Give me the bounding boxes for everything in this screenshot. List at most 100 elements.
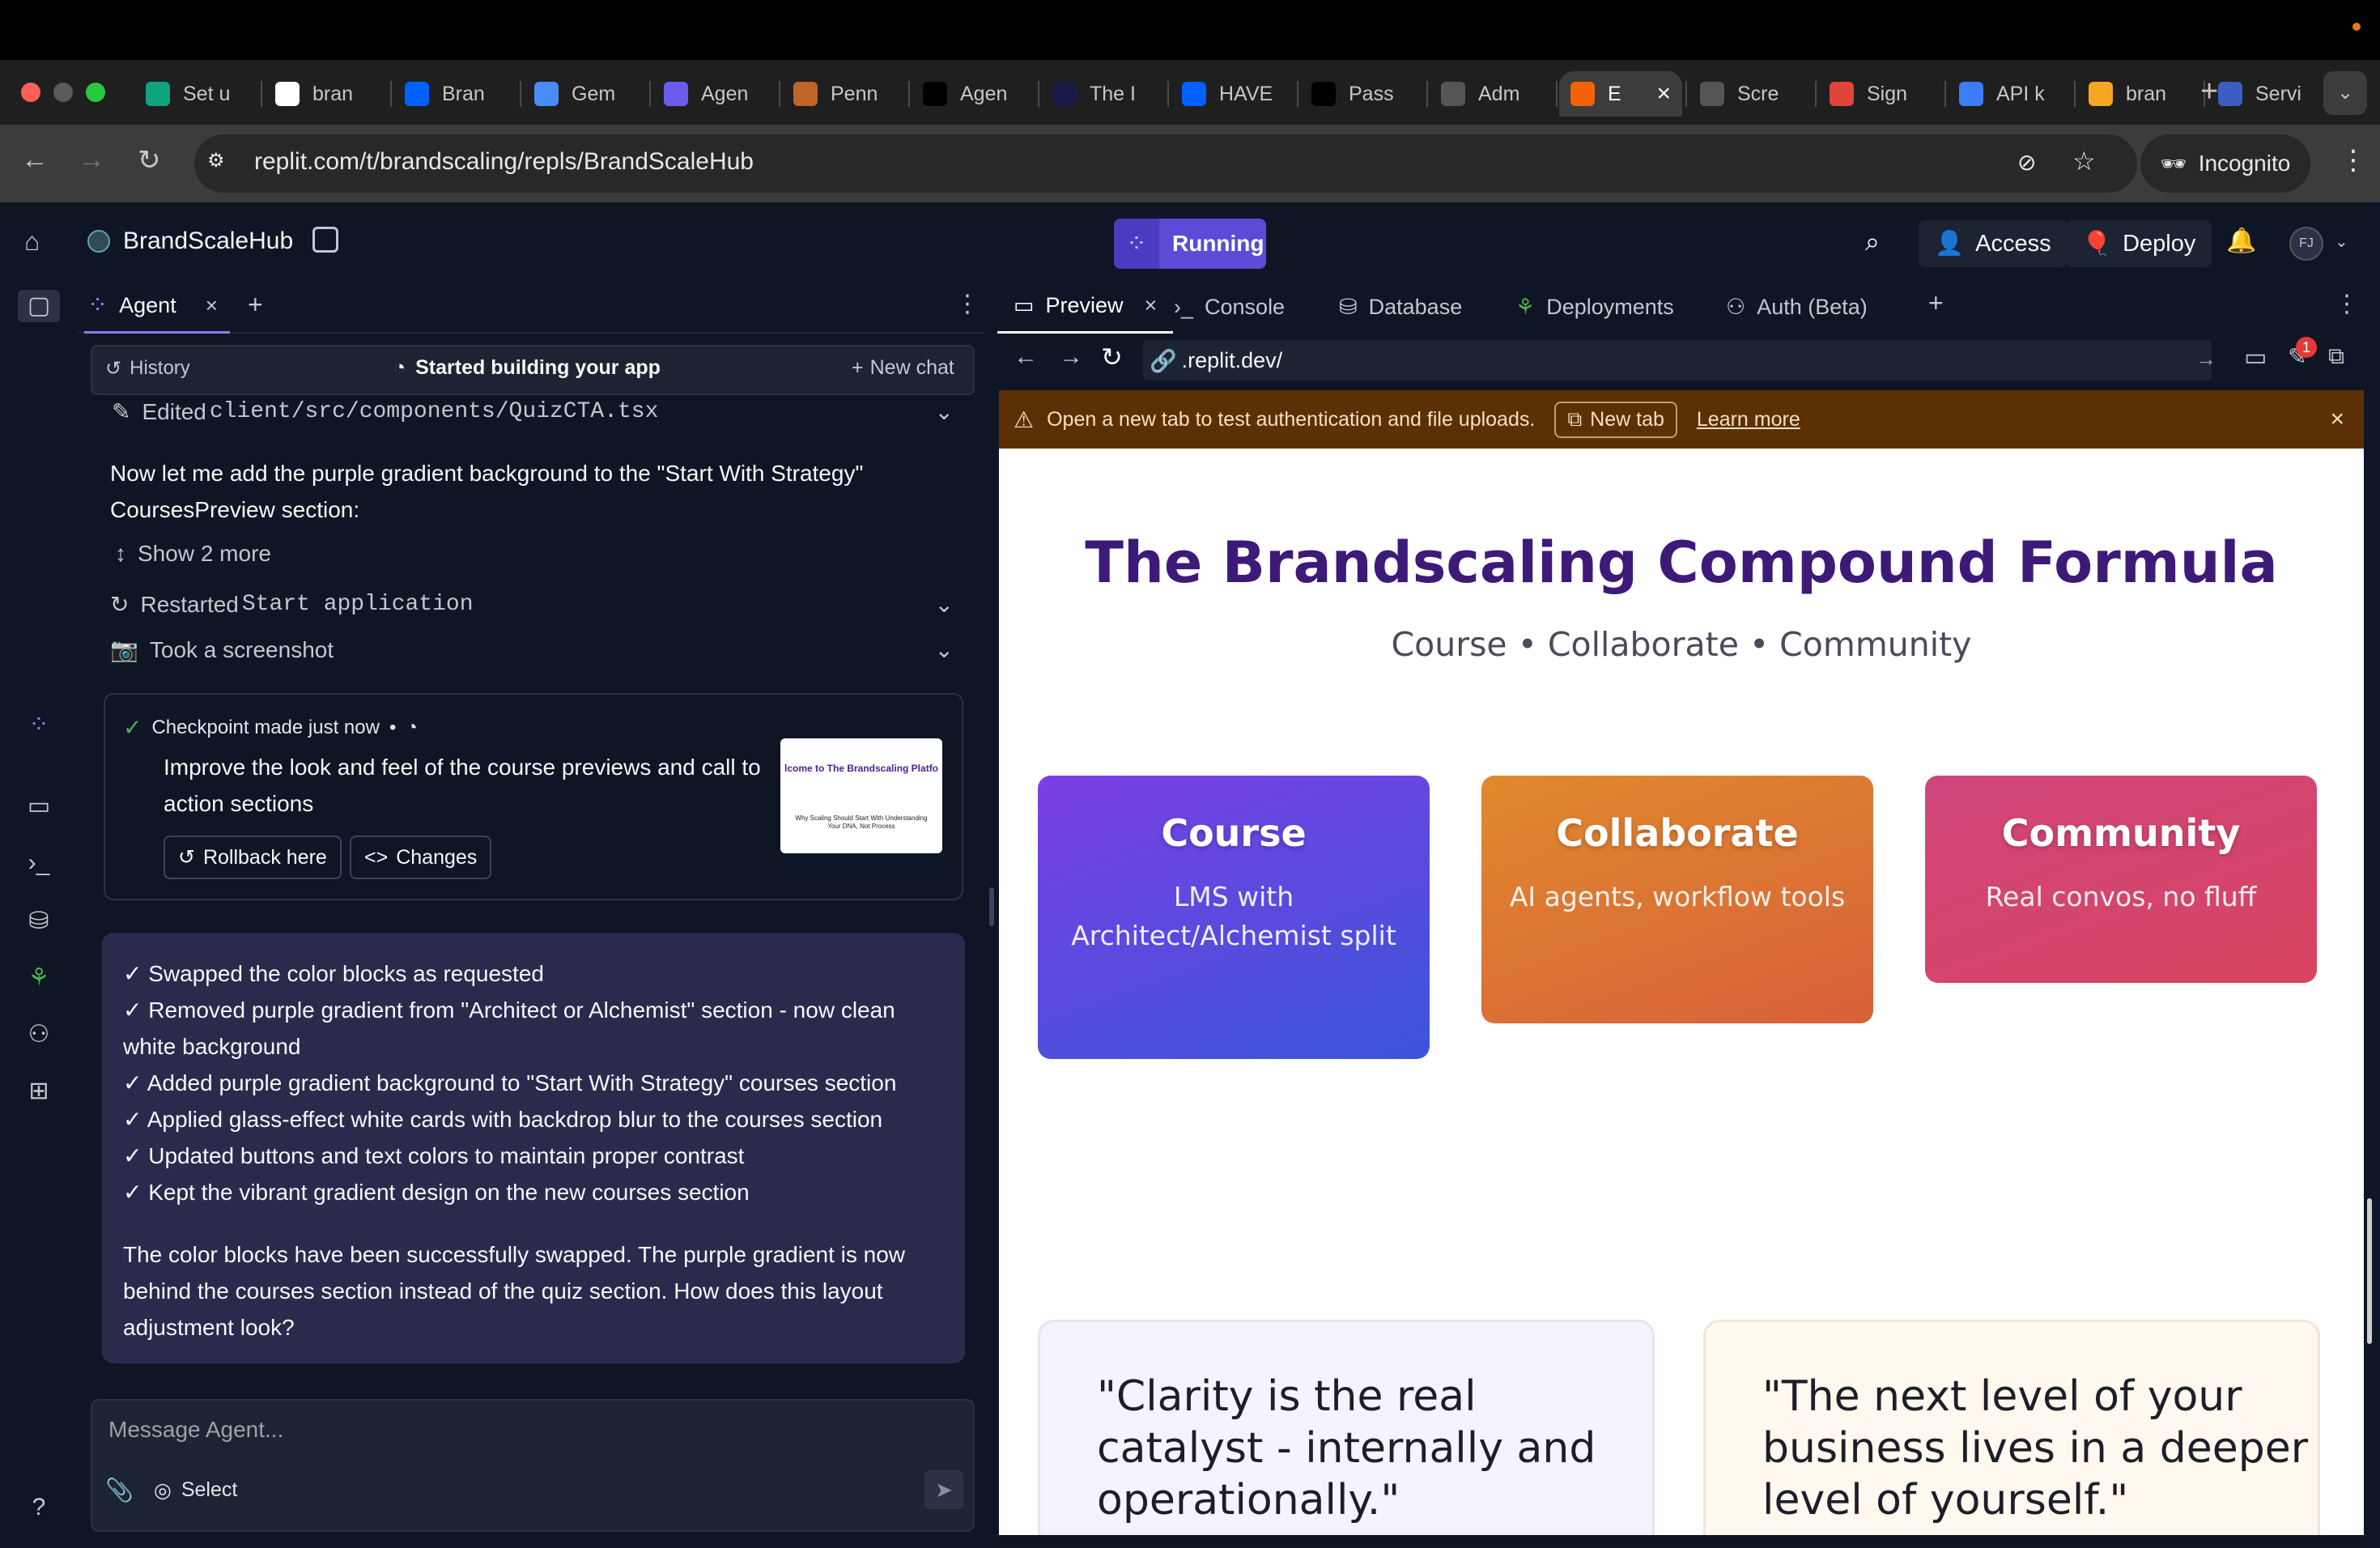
browser-tab[interactable]: API k — [1948, 71, 2071, 117]
tab-preview[interactable]: ▭ Preview × — [997, 280, 1174, 334]
community-card[interactable]: Community Real convos, no fluff — [1925, 776, 2317, 983]
all-tools-icon[interactable]: ⊞ — [23, 1075, 55, 1108]
notifications-bell-icon[interactable]: 🔔 — [2226, 227, 2256, 255]
tab-deployments[interactable]: ⚘ Deployments — [1499, 280, 1690, 334]
project-avatar[interactable] — [87, 230, 110, 253]
agent-icon — [664, 82, 688, 106]
browser-tab[interactable]: Agen — [912, 71, 1035, 117]
auth-icon[interactable]: ⚇ — [23, 1019, 55, 1051]
browser-tab[interactable]: Adm — [1430, 71, 1553, 117]
screenshot-label: Took a screenshot — [149, 636, 334, 662]
add-workspace-tab-button[interactable]: + — [1928, 288, 1944, 318]
add-agent-tab-button[interactable]: + — [248, 290, 263, 320]
new-chat-button[interactable]: + New chat — [852, 356, 954, 380]
go-arrow-icon[interactable]: → — [2195, 347, 2216, 372]
expand-chevron-icon[interactable]: ⌄ — [935, 636, 954, 663]
preview-icon[interactable]: ▭ — [23, 790, 55, 823]
history-icon: ↺ — [105, 358, 122, 380]
preview-reload-icon[interactable]: ↻ — [1101, 342, 1123, 372]
banner-new-tab-button[interactable]: ⧉ New tab — [1554, 401, 1677, 438]
user-menu-chevron-icon[interactable]: ⌄ — [2335, 232, 2348, 252]
tab-auth[interactable]: ⚇ Auth (Beta) — [1710, 280, 1884, 334]
workspace-menu-icon[interactable]: ⋮ — [2335, 290, 2359, 318]
left-tool-rail — [0, 259, 78, 1548]
browser-tab[interactable]: Bran — [393, 71, 516, 117]
rollback-button[interactable]: ↺ Rollback here — [164, 836, 342, 879]
close-banner-icon[interactable]: × — [2330, 406, 2344, 433]
changes-button[interactable]: <> Changes — [350, 836, 492, 879]
tab-console[interactable]: ›_ Console — [1158, 280, 1301, 334]
close-window-button[interactable] — [21, 83, 40, 102]
preview-forward-icon[interactable]: → — [1059, 343, 1083, 371]
browser-tab[interactable]: E × — [1559, 71, 1682, 117]
close-preview-tab-icon[interactable]: × — [1145, 293, 1158, 318]
help-icon[interactable]: ? — [23, 1491, 55, 1524]
preview-scrollbar[interactable] — [2367, 1198, 2372, 1344]
message-input[interactable]: Message Agent... — [108, 1417, 950, 1452]
new-tab-button[interactable]: + — [2200, 74, 2218, 109]
database-icon[interactable]: ⛁ — [23, 905, 55, 938]
restarted-step[interactable]: ↻ Restarted Start application ⌄ — [110, 591, 954, 618]
back-arrow-icon[interactable]: ← — [21, 144, 49, 176]
browser-tab[interactable]: bran — [2077, 71, 2200, 117]
browser-tab[interactable]: Set u — [134, 71, 257, 117]
panel-resize-handle[interactable] — [989, 887, 994, 926]
maximize-window-button[interactable] — [86, 83, 105, 102]
minimize-window-button[interactable] — [53, 83, 73, 102]
browser-tab[interactable]: bran — [264, 71, 387, 117]
browser-menu-icon[interactable]: ⋮ — [2340, 144, 2367, 176]
history-button[interactable]: ↺ History — [105, 357, 190, 381]
preview-back-icon[interactable]: ← — [1014, 343, 1038, 371]
reload-icon[interactable]: ↻ — [138, 144, 161, 176]
deploy-button[interactable]: 🎈 Deploy — [2066, 220, 2212, 267]
agent-tab[interactable]: ⁘ Agent × — [84, 280, 230, 334]
user-avatar[interactable]: FJ — [2289, 227, 2323, 261]
checkpoint-thumbnail[interactable]: lcome to The Brandscaling Platfo Why Sca… — [780, 738, 942, 853]
run-button[interactable]: ⁘ Running — [1114, 219, 1266, 269]
browser-tab[interactable]: Agen — [652, 71, 776, 117]
browser-tab[interactable]: Gem — [523, 71, 646, 117]
tab-separator — [390, 81, 392, 107]
collaborate-card[interactable]: Collaborate AI agents, workflow tools — [1481, 776, 1873, 1023]
speedometer-icon: ◔ — [406, 716, 418, 738]
tab-list-button[interactable]: ⌄ — [2323, 71, 2367, 115]
close-tab-icon[interactable]: × — [1656, 80, 1671, 108]
agent-icon[interactable]: ⁘ — [23, 709, 55, 742]
learn-more-link[interactable]: Learn more — [1697, 408, 1800, 432]
console-icon[interactable]: ›_ — [23, 847, 55, 879]
expand-chevron-icon[interactable]: ⌄ — [935, 398, 954, 425]
browser-tab[interactable]: Penn — [782, 71, 905, 117]
browser-tab[interactable]: Servi — [2207, 71, 2330, 117]
bookmark-star-icon[interactable]: ☆ — [2072, 146, 2096, 176]
course-card[interactable]: Course LMS with Architect/Alchemist spli… — [1038, 776, 1430, 1059]
browser-tab[interactable]: Scre — [1689, 71, 1812, 117]
browser-tab[interactable]: Sign — [1818, 71, 1941, 117]
show-more-button[interactable]: ↕ Show 2 more — [115, 541, 271, 567]
browser-tab[interactable]: HAVE — [1171, 71, 1294, 117]
file-explorer-icon[interactable]: ▢ — [18, 290, 60, 322]
browser-tab[interactable]: The I — [1041, 71, 1164, 117]
site-settings-icon[interactable]: ⚙ — [207, 149, 235, 176]
deployments-icon[interactable]: ⚘ — [23, 962, 55, 994]
project-settings-icon[interactable] — [312, 227, 338, 253]
home-icon[interactable]: ⌂ — [24, 227, 40, 257]
agent-panel-menu-icon[interactable]: ⋮ — [955, 290, 980, 318]
attach-paperclip-icon[interactable]: 📎 — [105, 1477, 134, 1503]
browser-tab[interactable]: Pass — [1300, 71, 1423, 117]
select-element-button[interactable]: ◎ Select — [154, 1478, 237, 1503]
search-icon[interactable]: ⌕ — [1865, 227, 1880, 257]
expand-chevron-icon[interactable]: ⌄ — [935, 591, 954, 618]
tab-database[interactable]: ⛁ Database — [1323, 280, 1478, 334]
device-preview-icon[interactable]: ▭ — [2244, 343, 2267, 372]
screenshot-step[interactable]: 📷 Took a screenshot ⌄ — [110, 636, 954, 663]
project-name[interactable]: BrandScaleHub — [123, 228, 293, 255]
open-new-window-icon[interactable]: ⧉ — [2328, 343, 2344, 370]
forward-arrow-icon[interactable]: → — [78, 144, 105, 176]
close-agent-tab-icon[interactable]: × — [206, 293, 218, 318]
preview-address-bar[interactable] — [1143, 340, 2212, 381]
incognito-indicator[interactable]: 🕶 Incognito — [2140, 134, 2310, 193]
eye-off-icon[interactable]: ⊘ — [2017, 149, 2036, 176]
access-button[interactable]: 👤 Access — [1919, 220, 2068, 267]
edited-file-step[interactable]: ✎ Edited client/src/components/QuizCTA.t… — [112, 398, 954, 425]
send-button[interactable]: ➤ — [924, 1470, 963, 1509]
